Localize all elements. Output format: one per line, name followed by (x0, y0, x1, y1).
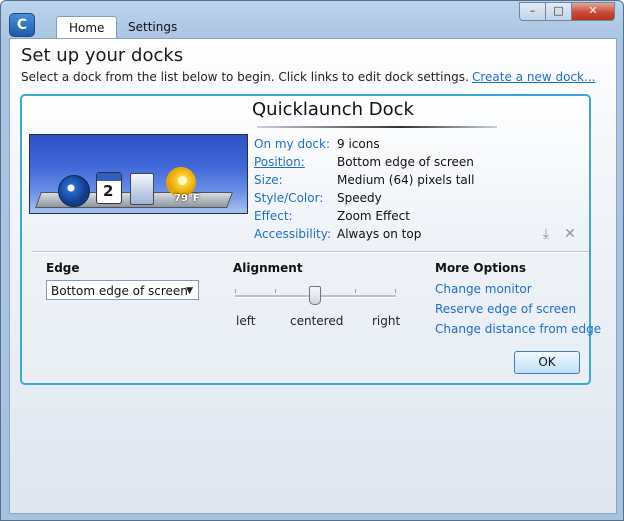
calendar-day: 2 (103, 182, 114, 200)
prop-label-size[interactable]: Size: (254, 173, 283, 187)
edge-select[interactable]: Bottom edge of screen ▼ (46, 280, 199, 300)
prop-value-effect: Zoom Effect (337, 209, 410, 223)
calendar-icon: 2 (96, 172, 122, 204)
dock-preview-image[interactable]: 2 79°F (29, 134, 248, 214)
alignment-label: Alignment (233, 261, 303, 275)
prop-value-style-color: Speedy (337, 191, 382, 205)
minimize-button[interactable]: – (519, 2, 546, 21)
prop-label-effect[interactable]: Effect: (254, 209, 293, 223)
prop-value-position: Bottom edge of screen (337, 155, 474, 169)
maximize-button[interactable]: □ (546, 2, 572, 21)
reserve-edge-link[interactable]: Reserve edge of screen (435, 302, 576, 316)
delete-icon[interactable]: ✕ (562, 225, 578, 243)
weather-temp: 79°F (174, 193, 200, 204)
slider-tick (235, 289, 236, 293)
slider-tick (275, 289, 276, 293)
dock-panel: 2 79°F Quicklaunch Dock On my dock: 9 ic… (20, 94, 601, 385)
download-icon[interactable]: ⤓ (538, 225, 554, 243)
prop-label-accessibility[interactable]: Accessibility: (254, 227, 331, 241)
home-content: Set up your docks Select a dock from the… (9, 38, 617, 514)
window-controls: – □ ✕ (519, 2, 615, 21)
prop-value-accessibility: Always on top (337, 227, 422, 241)
prop-label-position[interactable]: Position: (254, 155, 305, 169)
prop-value-size: Medium (64) pixels tall (337, 173, 475, 187)
tab-settings[interactable]: Settings (116, 16, 189, 38)
dock-name: Quicklaunch Dock (252, 99, 414, 120)
app-window: C Home Settings – □ ✕ Set up your docks … (0, 0, 624, 521)
alignment-right-label: right (372, 314, 401, 328)
windows-start-icon (58, 175, 90, 207)
edge-select-value: Bottom edge of screen (51, 284, 188, 298)
edge-label: Edge (46, 261, 80, 275)
prop-label-on-my-dock[interactable]: On my dock: (254, 137, 330, 151)
alignment-slider-thumb[interactable] (309, 286, 321, 305)
section-divider-highlight (32, 252, 589, 253)
change-monitor-link[interactable]: Change monitor (435, 282, 532, 296)
prop-label-style-color[interactable]: Style/Color: (254, 191, 323, 205)
change-distance-link[interactable]: Change distance from edge (435, 322, 601, 336)
title-divider (257, 126, 497, 128)
slider-tick (355, 289, 356, 293)
intro-text: Select a dock from the list below to beg… (21, 70, 469, 84)
alignment-center-label: centered (290, 314, 344, 328)
slider-tick (395, 289, 396, 293)
prop-value-on-my-dock: 9 icons (337, 137, 380, 151)
ok-button[interactable]: OK (514, 351, 580, 374)
chevron-down-icon: ▼ (186, 286, 193, 296)
alignment-left-label: left (236, 314, 256, 328)
close-button[interactable]: ✕ (572, 2, 615, 21)
page-title: Set up your docks (21, 45, 184, 66)
more-options-label: More Options (435, 261, 526, 275)
title-bar[interactable]: C Home Settings – □ ✕ (1, 1, 623, 40)
create-dock-link[interactable]: Create a new dock... (472, 70, 595, 84)
document-icon (130, 173, 154, 205)
app-logo-icon[interactable]: C (9, 13, 35, 37)
tab-home[interactable]: Home (56, 16, 118, 40)
